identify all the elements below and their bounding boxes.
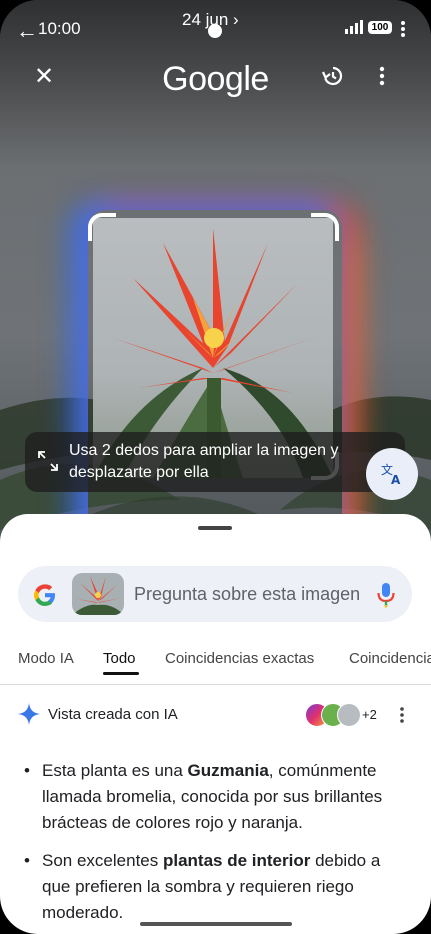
more-sources-count[interactable]: +2	[362, 707, 377, 722]
list-item: Son excelentes plantas de interior debid…	[24, 848, 404, 926]
google-g-icon	[32, 582, 58, 613]
ai-overview-bullets: Esta planta es una Guzmania, comúnmente …	[24, 758, 404, 934]
source-avatars[interactable]	[305, 703, 365, 727]
sheet-drag-handle[interactable]	[198, 526, 232, 530]
tab-coincidencias[interactable]: Coincidencias	[349, 650, 431, 667]
tab-modo-ia[interactable]: Modo IA	[18, 650, 74, 667]
gemini-sparkle-icon	[18, 703, 40, 730]
translate-button[interactable]: 文A	[366, 448, 418, 500]
signal-icon	[345, 20, 363, 39]
battery-icon: 100	[368, 21, 392, 34]
list-item: Esta planta es una Guzmania, comúnmente …	[24, 758, 404, 836]
source-avatar-3	[337, 703, 361, 727]
results-sheet: Pregunta sobre esta imagen Modo IA Todo …	[0, 514, 431, 934]
pinch-zoom-icon	[37, 450, 59, 477]
ai-overview-more-icon[interactable]	[398, 706, 406, 729]
microphone-icon[interactable]	[376, 582, 396, 613]
tabs-divider	[0, 684, 431, 685]
tab-coincidencias-exactas[interactable]: Coincidencias exactas	[165, 650, 314, 667]
home-gesture-bar[interactable]	[140, 922, 292, 926]
status-bar: ← 10:00 24 jun › 100	[0, 0, 431, 56]
svg-text:A: A	[391, 473, 401, 486]
camera-cutout	[208, 24, 222, 38]
tab-todo[interactable]: Todo	[103, 650, 136, 667]
more-options-icon[interactable]	[378, 64, 386, 93]
google-logo: Google	[162, 60, 269, 98]
crop-handle-top-right[interactable]	[311, 213, 339, 241]
query-image-thumbnail[interactable]	[72, 573, 124, 615]
back-arrow-icon[interactable]: ←	[16, 18, 38, 44]
history-icon[interactable]	[320, 64, 344, 93]
search-bar[interactable]: Pregunta sobre esta imagen	[18, 566, 412, 622]
ai-overview-label: Vista creada con IA	[48, 706, 178, 723]
overflow-status-icon	[400, 20, 406, 43]
lens-toolbar: ✕ Google	[0, 56, 431, 100]
ai-overview-header: Vista creada con IA +2	[0, 700, 431, 730]
clock: 10:00	[38, 19, 81, 38]
zoom-hint-toast: Usa 2 dedos para ampliar la imagen y des…	[25, 432, 405, 492]
active-tab-indicator	[103, 672, 139, 675]
zoom-hint-text: Usa 2 dedos para ampliar la imagen y des…	[69, 442, 339, 481]
search-input[interactable]: Pregunta sobre esta imagen	[134, 584, 370, 605]
phone-screen: ← 10:00 24 jun › 100 ✕ Google Usa 2 dedo…	[0, 0, 431, 934]
translate-icon: 文A	[381, 462, 401, 486]
crop-handle-top-left[interactable]	[88, 213, 116, 241]
results-tabs: Modo IA Todo Coincidencias exactas Coinc…	[0, 646, 431, 686]
